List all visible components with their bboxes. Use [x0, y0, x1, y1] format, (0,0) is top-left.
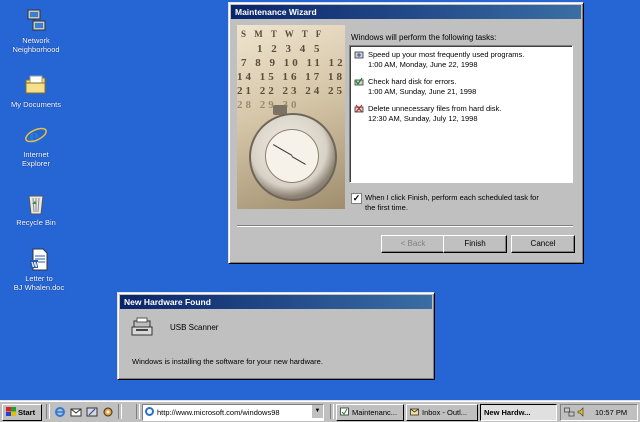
taskbar-button-maintenance[interactable]: Maintenanc...: [336, 404, 404, 421]
scanner-icon: [131, 317, 153, 336]
calendar-text: S M T W T F: [241, 29, 325, 39]
back-button[interactable]: < Back: [381, 235, 445, 253]
stopwatch-icon: [249, 113, 337, 201]
task-description: Delete unnecessary files from hard disk.: [368, 104, 502, 113]
hardware-body: USB Scanner Windows is installing the so…: [122, 311, 430, 375]
finish-button[interactable]: Finish: [443, 235, 507, 253]
desktop-icon-label: Neighborhood: [12, 45, 60, 54]
internet-explorer-icon[interactable]: [54, 406, 66, 418]
internet-explorer-icon: [145, 407, 154, 416]
calendar-stopwatch-image: S M T W T F 1 2 3 4 5 7 8 9 10 11 12 14 …: [237, 25, 345, 209]
desktop-icon-label: Letter to: [25, 274, 53, 283]
chevron-down-icon[interactable]: ▼: [311, 405, 323, 418]
run-tasks-checkbox[interactable]: ✓: [351, 193, 362, 204]
start-button[interactable]: Start: [2, 404, 42, 421]
desktop-icon-label: Internet: [23, 150, 49, 159]
taskbar-divider: [136, 404, 140, 419]
task-schedule: 1:00 AM, Sunday, June 21, 1998: [368, 87, 477, 96]
system-tray: 10:57 PM: [560, 404, 638, 421]
calendar-text: 1 2 3 4 5: [257, 43, 323, 55]
calendar-text: 7 8 9 10 11 12: [241, 57, 345, 69]
show-desktop-icon[interactable]: [86, 406, 98, 418]
windows-logo-icon: [6, 407, 16, 416]
clock[interactable]: 10:57 PM: [595, 405, 627, 420]
device-name: USB Scanner: [170, 323, 219, 332]
address-url: http://www.microsoft.com/windows98: [157, 408, 280, 417]
desktop-icon-label: Recycle Bin: [16, 218, 56, 227]
taskbar-button-label: Inbox - Outl...: [422, 408, 468, 417]
desktop-icon-internet-explorer[interactable]: e Internet Explorer: [0, 122, 72, 168]
task-list: Speed up your most frequently used progr…: [349, 45, 573, 183]
task-item: Check hard disk for errors. 1:00 AM, Sun…: [354, 77, 566, 97]
task-description: Check hard disk for errors.: [368, 77, 457, 86]
stopwatch-hand: [272, 144, 293, 156]
folder-icon: [23, 72, 49, 98]
desktop: Network Neighborhood My Documents e Inte…: [0, 0, 640, 400]
outlook-express-icon[interactable]: [70, 406, 82, 418]
hardware-message: Windows is installing the software for y…: [132, 357, 323, 366]
desktop-icon-letter-document[interactable]: W Letter to BJ Whalen.doc: [3, 246, 75, 292]
calendar-text: 21 22 23 24 25 26: [237, 85, 345, 97]
desktop-icon-label: Network: [22, 36, 50, 45]
task-item: Speed up your most frequently used progr…: [354, 50, 566, 70]
svg-text:e: e: [29, 123, 39, 148]
task-schedule: 12:30 AM, Sunday, July 12, 1998: [368, 114, 478, 123]
internet-explorer-icon: e: [23, 122, 49, 148]
maintenance-wizard-window: Maintenance Wizard S M T W T F 1 2 3 4 5…: [228, 2, 584, 264]
wizard-title[interactable]: Maintenance Wizard: [231, 5, 581, 19]
desktop-icon-my-documents[interactable]: My Documents: [0, 72, 72, 109]
checkbox-label: the first time.: [365, 203, 408, 212]
volume-icon[interactable]: [577, 407, 587, 417]
calendar-text: 28 29 30: [237, 99, 300, 111]
delete-files-icon: [354, 104, 364, 113]
check-disk-icon: [354, 77, 364, 86]
svg-text:W: W: [32, 262, 39, 269]
wizard-heading: Windows will perform the following tasks…: [351, 33, 497, 42]
word-document-icon: W: [26, 246, 52, 272]
task-schedule: 1:00 AM, Monday, June 22, 1998: [368, 60, 478, 69]
taskbar: Start http://www.microsoft.com/windows98…: [0, 400, 640, 422]
button-separator: [237, 225, 573, 227]
stopwatch-face: [265, 129, 319, 183]
run-tasks-checkbox-row[interactable]: ✓ When I click Finish, perform each sche…: [351, 193, 573, 213]
address-bar[interactable]: http://www.microsoft.com/windows98 ▼: [142, 404, 324, 421]
network-tray-icon[interactable]: [564, 407, 575, 417]
desktop-icon-label: BJ Whalen.doc: [13, 283, 65, 292]
stopwatch-hand: [291, 156, 306, 165]
speed-up-programs-icon: [354, 51, 364, 59]
maintenance-icon: [340, 407, 349, 416]
checkbox-label: When I click Finish, perform each schedu…: [365, 193, 539, 202]
recycle-bin-icon: [23, 190, 49, 216]
taskbar-divider: [46, 404, 50, 419]
start-label: Start: [18, 408, 36, 417]
cancel-button[interactable]: Cancel: [511, 235, 575, 253]
taskbar-button-inbox[interactable]: Inbox - Outl...: [406, 404, 478, 421]
taskbar-button-new-hardware[interactable]: New Hardw...: [480, 404, 557, 421]
network-neighborhood-icon: [23, 8, 49, 34]
task-description: Speed up your most frequently used progr…: [368, 50, 525, 59]
inbox-icon: [410, 408, 419, 416]
taskbar-button-label: Maintenanc...: [352, 408, 398, 417]
desktop-icon-network-neighborhood[interactable]: Network Neighborhood: [0, 8, 72, 54]
taskbar-divider: [118, 404, 122, 419]
new-hardware-window: New Hardware Found USB Scanner Windows i…: [117, 292, 435, 380]
channels-icon[interactable]: [102, 406, 114, 418]
desktop-icon-label: My Documents: [10, 100, 61, 109]
taskbar-button-label: New Hardw...: [484, 408, 531, 417]
calendar-text: 14 15 16 17 18 19: [237, 71, 345, 83]
hardware-title[interactable]: New Hardware Found: [120, 295, 432, 309]
taskbar-divider: [330, 404, 334, 419]
task-item: Delete unnecessary files from hard disk.…: [354, 104, 566, 124]
desktop-icon-label: Explorer: [22, 159, 50, 168]
desktop-icon-recycle-bin[interactable]: Recycle Bin: [0, 190, 72, 227]
